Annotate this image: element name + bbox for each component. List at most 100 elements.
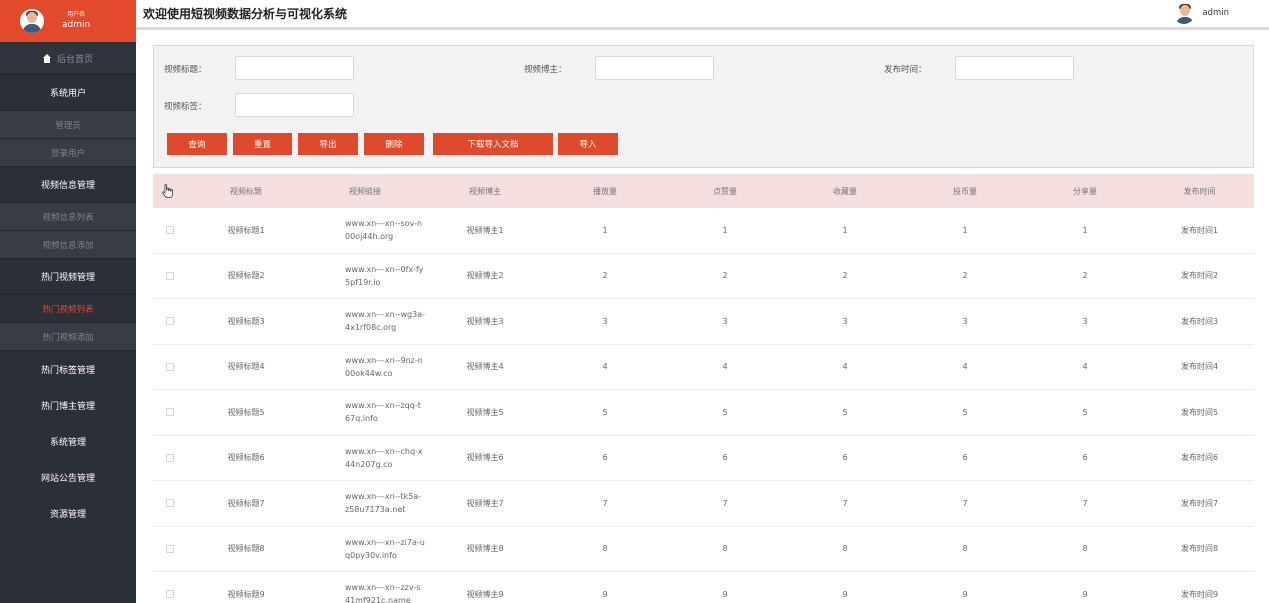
blogger-input[interactable]	[595, 56, 714, 80]
row-select-cell	[153, 317, 187, 326]
row-select-cell	[153, 226, 187, 235]
sidebar-item[interactable]: 系统管理	[0, 423, 136, 459]
table-cell: 4	[962, 362, 968, 372]
sidebar-item-label: 热门视频管理	[40, 273, 95, 283]
sidebar-item-label: 系统管理	[49, 437, 86, 448]
sidebar-item[interactable]: 资源管理	[0, 495, 136, 531]
row-checkbox[interactable]	[166, 408, 174, 417]
table-cell: 视频博主8	[466, 544, 504, 554]
row-checkbox[interactable]	[166, 499, 174, 508]
table-cell: 视频标题3	[227, 316, 265, 326]
avatar	[1173, 2, 1196, 24]
table-cell: 7	[722, 498, 728, 508]
row-checkbox[interactable]	[166, 590, 174, 599]
table-cell: 8	[962, 544, 968, 554]
row-checkbox[interactable]	[166, 362, 174, 371]
row-checkbox[interactable]	[166, 453, 174, 462]
video-link-cell[interactable]: www.xn---xn--chq-x44n207g.co	[305, 445, 425, 471]
row-select-cell	[153, 453, 187, 462]
sidebar-item[interactable]: 管理员	[0, 111, 136, 139]
table-cell: 9	[1082, 589, 1088, 599]
sidebar-item-label: 热门视频列表	[42, 304, 94, 315]
sidebar-item[interactable]: 热门视频添加	[0, 323, 136, 351]
table-cell: 3	[842, 316, 848, 326]
sidebar-item[interactable]: 热门博主管理	[0, 387, 136, 423]
table-row: 视频标题7 www.xn---xn--tk5a-z58u7173a.net 视频博主…	[153, 481, 1254, 527]
sidebar-item[interactable]: 系统用户	[0, 75, 136, 111]
query-button[interactable]: 查询	[167, 133, 227, 155]
video-link-cell[interactable]: www.xn---xn--zi7a-uq0py30v.info	[305, 536, 425, 562]
export-button[interactable]: 导出	[298, 133, 358, 155]
column-header: 点赞量	[713, 186, 737, 196]
time-label: 发布时间：	[884, 65, 927, 75]
import-button[interactable]: 导入	[558, 133, 618, 155]
sidebar-item-home[interactable]: 后台首页	[0, 42, 136, 75]
avatar	[20, 9, 44, 33]
row-checkbox[interactable]	[166, 271, 174, 280]
table-cell: 视频博主3	[466, 316, 504, 326]
sidebar-item-label: 热门视频添加	[42, 332, 94, 343]
column-header: 视频博主	[469, 186, 501, 196]
table-cell: 3	[1082, 316, 1088, 326]
table-cell: 1	[962, 225, 968, 235]
sidebar-item[interactable]: 视频信息列表	[0, 203, 136, 231]
sidebar-item[interactable]: 视频信息管理	[0, 167, 136, 203]
row-checkbox[interactable]	[166, 317, 174, 326]
sidebar-item[interactable]: 登录用户	[0, 139, 136, 167]
video-link-cell[interactable]: www.xn---xn--wg3a-4x1rf08c.org	[305, 308, 425, 334]
table-cell: 3	[962, 316, 968, 326]
table-cell: 视频博主4	[466, 362, 504, 372]
sidebar-item[interactable]: 热门视频列表	[0, 295, 136, 323]
table-cell: 5	[602, 407, 608, 417]
table-cell: 9	[962, 589, 968, 599]
header-user-menu[interactable]: admin	[1173, 2, 1229, 24]
column-header: 收藏量	[833, 186, 857, 196]
video-link-cell[interactable]: www.xn---xn--9nz-n00ok44w.co	[305, 354, 425, 380]
select-all-cell[interactable]	[153, 184, 187, 198]
table-cell: 视频博主5	[466, 407, 504, 417]
video-link-cell[interactable]: www.xn---xn--zzv-s41mf921c.name	[305, 581, 425, 603]
delete-button[interactable]: 删除	[364, 133, 424, 155]
table-cell: 5	[962, 407, 968, 417]
sidebar-item[interactable]: 热门视频管理	[0, 259, 136, 295]
time-input[interactable]	[955, 56, 1074, 80]
video-link-cell[interactable]: www.xn---xn--tk5a-z58u7173a.net	[305, 490, 425, 516]
sidebar-item[interactable]: 热门标签管理	[0, 351, 136, 387]
table-cell: 6	[602, 453, 608, 463]
title-input[interactable]	[235, 56, 354, 80]
table-cell: 发布时间9	[1180, 589, 1219, 599]
sidebar-item[interactable]: 网站公告管理	[0, 459, 136, 495]
table-cell: 8	[842, 544, 848, 554]
sidebar-menu: 系统用户 管理员 登录用户 视频信息管理 视频信息列表视频信息添加 热门视频管理 热门视频列…	[0, 75, 136, 531]
table-cell: 8	[602, 544, 608, 554]
row-checkbox[interactable]	[166, 544, 174, 553]
sidebar-item[interactable]: 视频信息添加	[0, 231, 136, 259]
row-select-cell	[153, 362, 187, 371]
column-header: 视频标题	[230, 186, 262, 196]
table-row: 视频标题9 www.xn---xn--zzv-s41mf921c.name 视频博主…	[153, 572, 1254, 603]
video-link-cell[interactable]: www.xn---xn--sov-n00oj44h.org	[305, 217, 425, 243]
hand-cursor-icon	[162, 184, 174, 198]
reset-button[interactable]: 重置	[233, 133, 292, 155]
row-checkbox[interactable]	[166, 226, 174, 235]
video-link-cell[interactable]: www.xn---xn--zqq-t67q.info	[305, 399, 425, 425]
table-cell: 视频标题8	[227, 544, 265, 554]
download-template-button[interactable]: 下载导入文档	[433, 133, 553, 155]
table-cell: 2	[962, 271, 968, 281]
table-cell: 4	[1082, 362, 1088, 372]
sidebar-user-box: 用户名 admin	[0, 0, 136, 42]
tag-input[interactable]	[235, 93, 354, 117]
table-cell: 9	[602, 589, 608, 599]
table-cell: 7	[602, 498, 608, 508]
table-row: 视频标题4 www.xn---xn--9nz-n00ok44w.co 视频博主4 4 4…	[153, 345, 1254, 390]
table-row: 视频标题1 www.xn---xn--sov-n00oj44h.org 视频博主1 1…	[153, 208, 1254, 254]
video-link-cell[interactable]: www.xn---xn--0fx-fy5pf19r.io	[305, 263, 425, 289]
table-header: 视频标题 视频链接 视频博主 播放量 点赞量 收藏量 投币量 分享量 发布时间	[153, 174, 1254, 208]
table-cell: 8	[1082, 544, 1088, 554]
table-cell: 发布时间3	[1180, 316, 1219, 326]
table-row: 视频标题3 www.xn---xn--wg3a-4x1rf08c.org 视频博主3…	[153, 299, 1254, 345]
table-row: 视频标题6 www.xn---xn--chq-x44n207g.co 视频博主6 6 6…	[153, 436, 1254, 481]
sidebar-item-label: 视频信息添加	[42, 240, 94, 251]
row-select-cell	[153, 590, 187, 599]
table-cell: 发布时间7	[1180, 498, 1219, 508]
